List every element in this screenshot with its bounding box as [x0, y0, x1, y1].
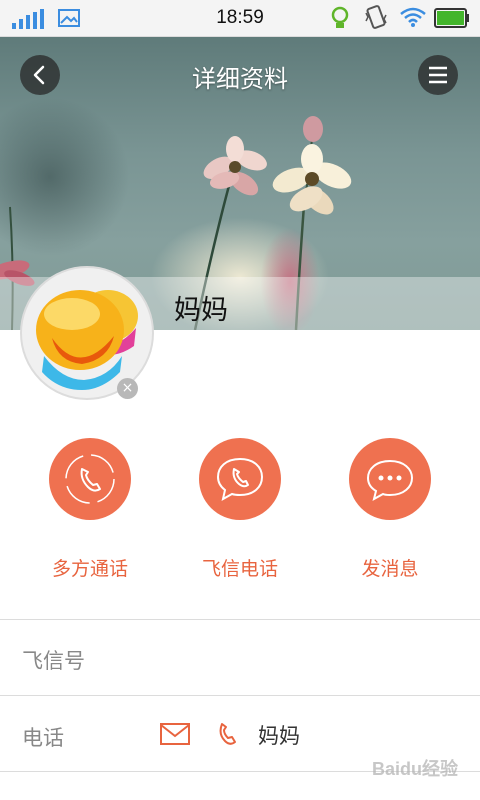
phone-call-icon [199, 438, 281, 520]
send-message-action[interactable]: 发消息 [320, 438, 460, 581]
wifi-icon [400, 7, 426, 27]
vibrate-icon [365, 5, 387, 29]
divider [0, 695, 480, 696]
conference-call-action[interactable]: 多方通话 [20, 438, 160, 581]
phone-call-action[interactable]: 飞信电话 [170, 438, 310, 581]
sms-icon[interactable] [160, 722, 190, 746]
fetion-id-label: 飞信号 [22, 649, 85, 673]
divider [0, 619, 480, 620]
phone-call-label: 飞信电话 [201, 558, 278, 580]
phone-value: 妈妈 [258, 724, 300, 748]
status-bar: 18:59 [0, 0, 480, 37]
conference-call-label: 多方通话 [51, 558, 128, 580]
bulb-icon [331, 6, 349, 28]
send-message-label: 发消息 [361, 558, 419, 580]
menu-button[interactable] [418, 55, 458, 95]
hamburger-icon [429, 66, 447, 84]
battery-icon [434, 8, 469, 28]
call-icon[interactable] [216, 721, 238, 747]
avatar-remove-icon[interactable]: × [117, 378, 138, 399]
watermark: Baidu经验 [371, 759, 458, 779]
phone-label: 电话 [22, 726, 64, 750]
chat-bubble-icon [349, 438, 431, 520]
conference-call-icon [49, 438, 131, 520]
contact-name: 妈妈 [174, 295, 228, 326]
page-title: 详细资料 [192, 65, 288, 93]
